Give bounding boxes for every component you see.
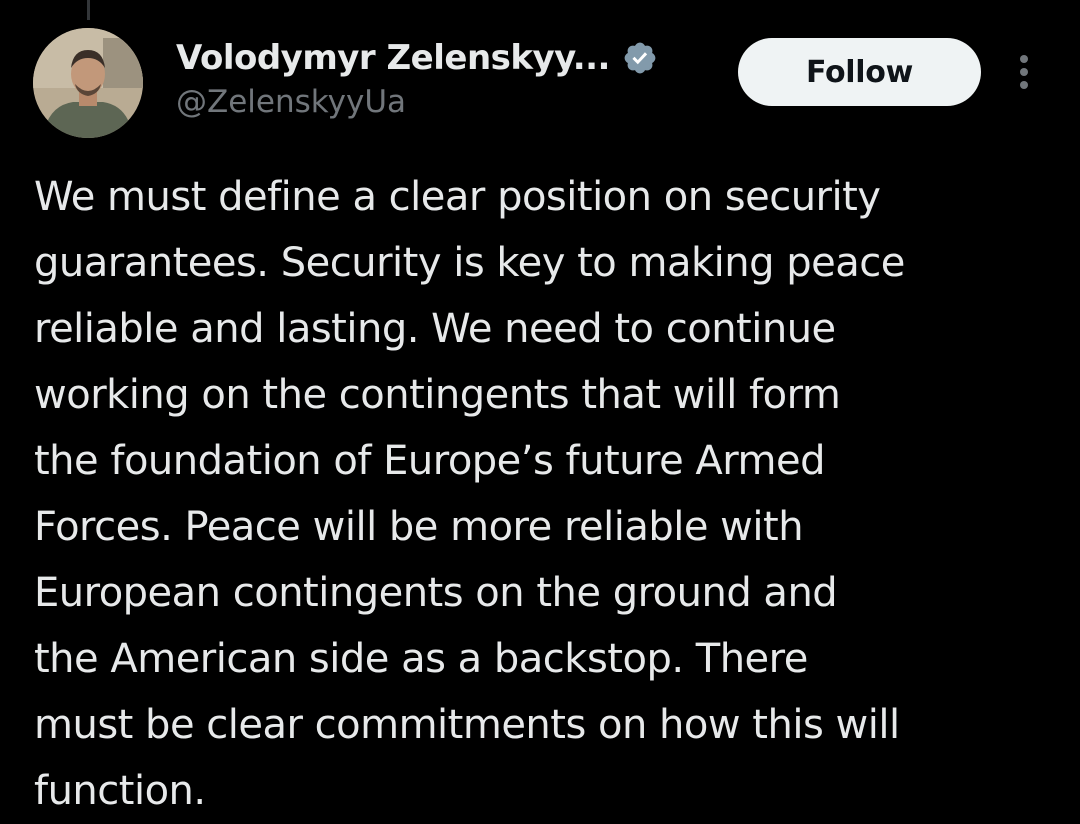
- author-display-name[interactable]: Volodymyr Zelenskyy...: [176, 38, 610, 78]
- tweet[interactable]: Volodymyr Zelenskyy... @ZelenskyyUa Foll…: [0, 0, 1080, 822]
- profile-photo: [33, 28, 143, 138]
- tweet-text: We must define a clear position on secur…: [34, 174, 905, 814]
- more-options-button[interactable]: [1004, 46, 1044, 98]
- tweet-header: Volodymyr Zelenskyy... @ZelenskyyUa: [176, 34, 716, 120]
- avatar[interactable]: [33, 28, 143, 138]
- more-vertical-icon: [1020, 55, 1028, 89]
- verified-badge-icon: [622, 40, 658, 76]
- author-name-row: Volodymyr Zelenskyy...: [176, 34, 716, 82]
- follow-button[interactable]: Follow: [738, 38, 981, 106]
- author-handle[interactable]: @ZelenskyyUa: [176, 84, 716, 120]
